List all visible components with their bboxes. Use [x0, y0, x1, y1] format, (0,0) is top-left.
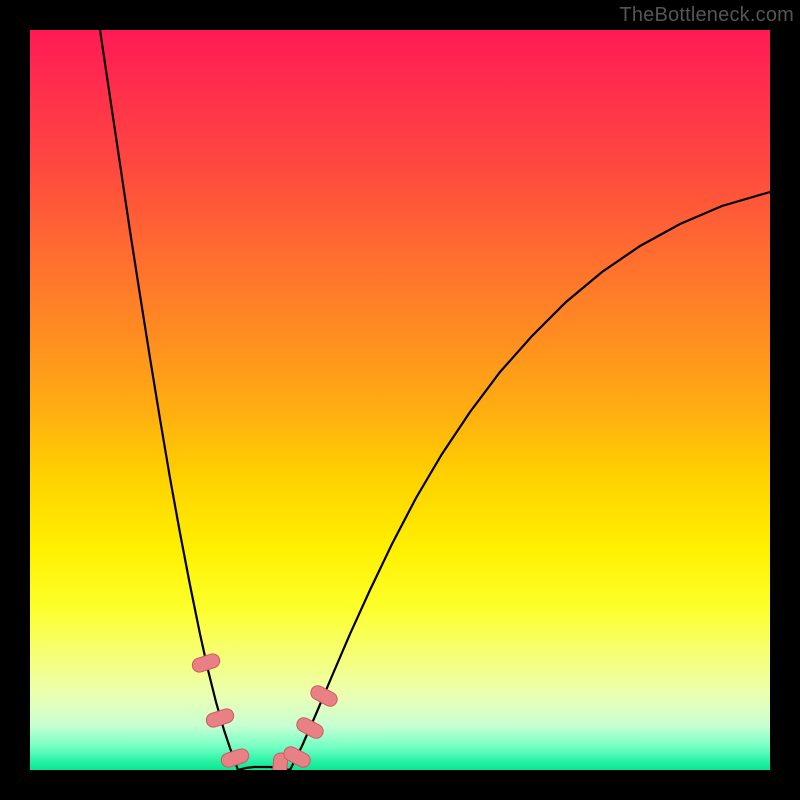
curve-layer [30, 30, 770, 770]
marker-group [191, 652, 340, 770]
watermark-text: TheBottleneck.com [619, 4, 794, 27]
marker-dot [281, 744, 312, 770]
curve-right-ascent [290, 192, 770, 770]
marker-dot [205, 707, 236, 729]
curve-trough [238, 767, 290, 770]
chart-frame: TheBottleneck.com [0, 0, 800, 800]
marker-dot [308, 683, 339, 709]
curve-left-descent [100, 30, 238, 770]
plot-area [30, 30, 770, 770]
marker-dot [220, 747, 251, 769]
marker-dot [294, 715, 325, 741]
marker-dot [272, 752, 288, 770]
marker-dot [191, 652, 222, 674]
